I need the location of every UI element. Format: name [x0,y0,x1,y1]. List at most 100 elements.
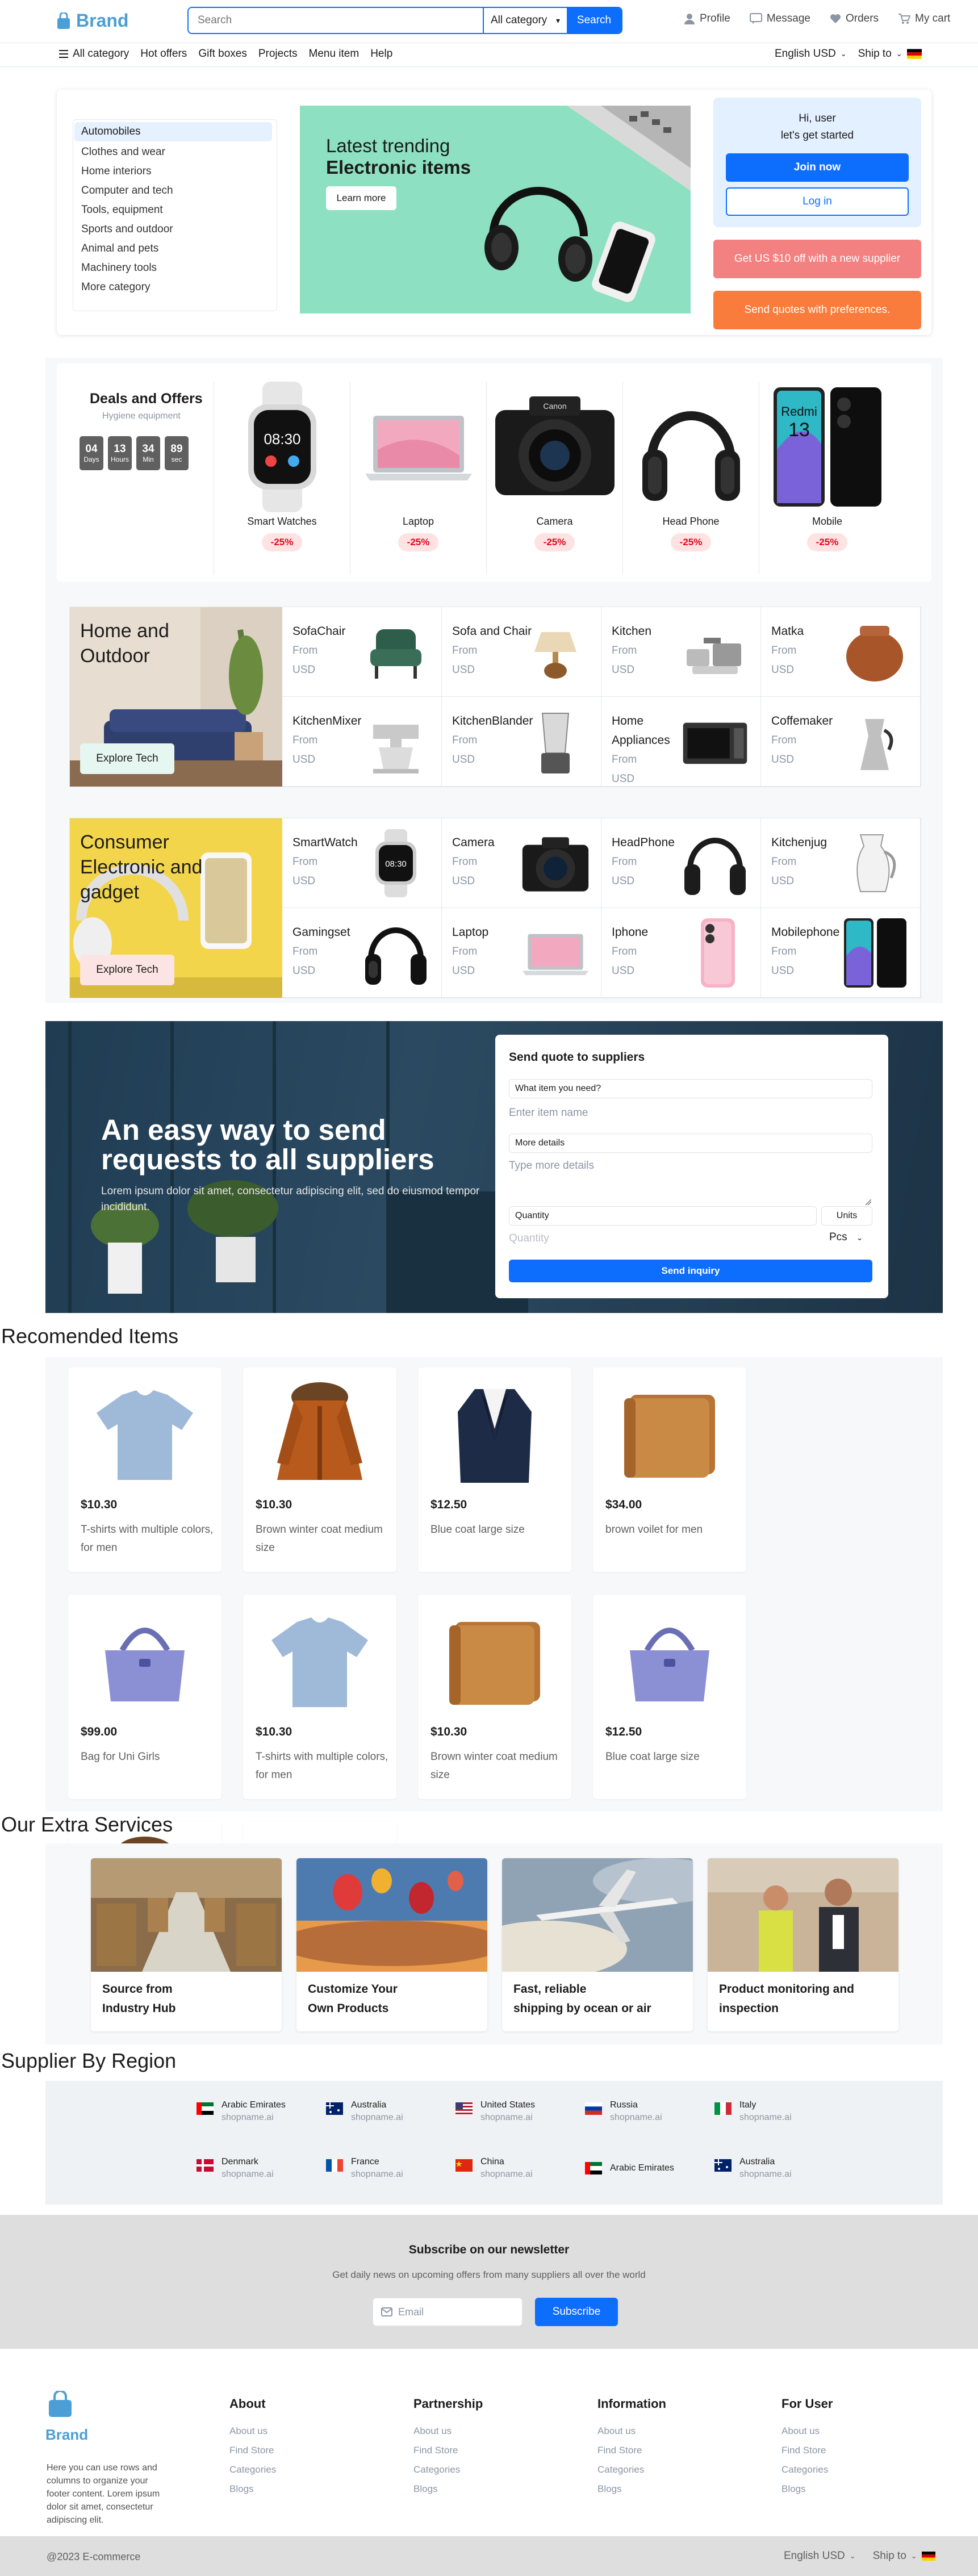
footer-link[interactable]: Blogs [413,2479,597,2499]
subscribe-button[interactable]: Subscribe [535,2298,618,2326]
category-item-animals[interactable]: Animal and pets [73,239,277,258]
category-item-home-interiors[interactable]: Home interiors [73,162,277,181]
region-item[interactable]: Arabic Emirates shopname.ai [197,2099,326,2124]
send-inquiry-button[interactable]: Send inquiry [509,1260,872,1282]
footer-brand-logo[interactable] [48,2390,73,2422]
recommended-item[interactable]: $10.30 Brown winter coat medium size [418,1595,571,1799]
item-name-input[interactable]: Enter item name [509,1104,872,1123]
product-cell-iphone[interactable]: Iphone From USD [601,908,761,998]
search-input[interactable] [189,8,483,33]
recommended-item[interactable]: $10.30 Brown winter coat medium size [243,1368,396,1572]
footer-link[interactable]: About us [781,2422,966,2441]
region-item[interactable]: Australia shopname.ai [326,2099,455,2124]
product-cell-smartwatch[interactable]: SmartWatch From USD 08:30 [282,818,442,908]
orders-link[interactable]: Orders [830,12,879,25]
footer-link[interactable]: Blogs [229,2479,413,2499]
deal-item-headphone[interactable]: Head Phone -25% [622,382,759,575]
service-card-shipping[interactable]: Fast, reliable shipping by ocean or air [502,1858,693,2031]
unit-select[interactable]: Pcs ⌄ [829,1231,863,1244]
footer-ship-to-select[interactable]: Ship to ⌄ [873,2550,935,2562]
deal-item-smartwatch[interactable]: 08:30 Smart Watches -25% [214,382,350,575]
category-select[interactable]: All category ▾ [483,8,567,33]
footer-link[interactable]: About us [229,2422,413,2441]
product-cell-home-appliances[interactable]: Home Appliances From USD [601,697,761,787]
product-cell-headphone[interactable]: HeadPhone From USD [601,818,761,908]
recommended-item[interactable]: $34.00 brown voilet for men [593,1368,746,1572]
category-item-automobiles[interactable]: Automobiles [74,122,272,141]
recommended-item[interactable]: $12.50 Blue coat large size [418,1368,571,1572]
region-item[interactable]: Italy shopname.ai [714,2099,844,2124]
category-item-sports[interactable]: Sports and outdoor [73,220,277,239]
footer-link[interactable]: Blogs [781,2479,966,2499]
deal-item-camera[interactable]: Canon Camera -25% [486,382,622,575]
quantity-input[interactable]: Quantity [509,1232,549,1245]
footer-link[interactable]: Categories [597,2460,781,2479]
category-item-clothes[interactable]: Clothes and wear [73,143,277,162]
footer-link[interactable]: Find Store [413,2441,597,2460]
product-cell-kitchenjug[interactable]: Kitchenjug From USD [761,818,921,908]
ship-to-select[interactable]: Ship to ⌄ [858,48,922,60]
footer-link[interactable]: About us [413,2422,597,2441]
nav-projects[interactable]: Projects [258,48,298,60]
category-item-computer-tech[interactable]: Computer and tech [73,181,277,200]
category-item-tools[interactable]: Tools, equipment [73,200,277,220]
nav-all-category[interactable]: All category [59,48,129,60]
footer-link[interactable]: Find Store [781,2441,966,2460]
cart-link[interactable]: My cart [898,12,950,25]
nav-gift-boxes[interactable]: Gift boxes [198,48,247,60]
login-button[interactable]: Log in [726,187,909,216]
footer-link[interactable]: Find Store [229,2441,413,2460]
region-item[interactable]: United States shopname.ai [455,2099,585,2124]
product-cell-camera[interactable]: Camera From USD [442,818,601,908]
product-cell-kitchen[interactable]: Kitchen From USD [601,607,761,697]
explore-tech-button-electronics[interactable]: Explore Tech [80,955,174,985]
search-button[interactable]: Search [567,8,621,33]
product-cell-laptop[interactable]: Laptop From USD [442,908,601,998]
category-item-more[interactable]: More category [73,278,277,297]
brand-logo[interactable]: Brand [57,10,128,31]
footer-link[interactable]: About us [597,2422,781,2441]
service-card-source[interactable]: Source from Industry Hub [91,1858,282,2031]
nav-help[interactable]: Help [370,48,392,60]
recommended-item[interactable]: $12.50 Blue coat large size [593,1595,746,1799]
promo-send-quotes[interactable]: Send quotes with preferences. [713,291,921,329]
region-item[interactable]: Australia shopname.ai [714,2156,844,2181]
promo-new-supplier[interactable]: Get US $10 off with a new supplier [713,240,921,278]
footer-link[interactable]: Find Store [597,2441,781,2460]
deal-item-mobile[interactable]: Redmi 13 Mobile -25% [759,382,895,575]
product-cell-matka[interactable]: Matka From USD [761,607,921,697]
region-item[interactable]: France shopname.ai [326,2156,455,2181]
learn-more-button[interactable]: Learn more [326,186,396,210]
deal-item-laptop[interactable]: Laptop -25% [350,382,486,575]
recommended-item[interactable]: $99.00 Bag for Uni Girls [68,1595,221,1799]
region-item[interactable]: Arabic Emirates [585,2156,714,2181]
service-card-monitoring[interactable]: Product monitoring and inspection [708,1858,898,2031]
language-select[interactable]: English USD ⌄ [775,48,847,60]
product-cell-gamingset[interactable]: Gamingset From USD [282,908,442,998]
profile-link[interactable]: Profile [684,12,730,25]
recommended-item[interactable]: $10.30 T-shirts with multiple colors, for… [68,1368,221,1572]
newsletter-email-input[interactable]: Email [373,2298,523,2326]
product-cell-kitchenmixer[interactable]: KitchenMixer From USD [282,697,442,787]
footer-language-select[interactable]: English USD ⌄ [784,2550,856,2562]
product-cell-kitchenblander[interactable]: KitchenBlander From USD [442,697,601,787]
footer-link[interactable]: Categories [413,2460,597,2479]
product-cell-sofachair[interactable]: SofaChair From USD [282,607,442,697]
category-item-machinery[interactable]: Machinery tools [73,258,277,278]
product-cell-sofa-and-chair[interactable]: Sofa and Chair From USD [442,607,601,697]
product-cell-coffemaker[interactable]: Coffemaker From USD [761,697,921,787]
details-textarea[interactable]: Type more details [509,1156,872,1207]
nav-hot-offers[interactable]: Hot offers [140,48,187,60]
recommended-item[interactable]: $10.30 T-shirts with multiple colors, for… [243,1595,396,1799]
region-item[interactable]: Russia shopname.ai [585,2099,714,2124]
nav-menu-item[interactable]: Menu item [309,48,360,60]
service-card-customize[interactable]: Customize Your Own Products [296,1858,487,2031]
footer-link[interactable]: Categories [781,2460,966,2479]
explore-tech-button[interactable]: Explore Tech [80,743,174,774]
region-item[interactable]: China shopname.ai [455,2156,585,2181]
footer-link[interactable]: Blogs [597,2479,781,2499]
region-item[interactable]: Denmark shopname.ai [197,2156,326,2181]
message-link[interactable]: Message [749,12,810,25]
join-now-button[interactable]: Join now [726,153,909,182]
footer-link[interactable]: Categories [229,2460,413,2479]
